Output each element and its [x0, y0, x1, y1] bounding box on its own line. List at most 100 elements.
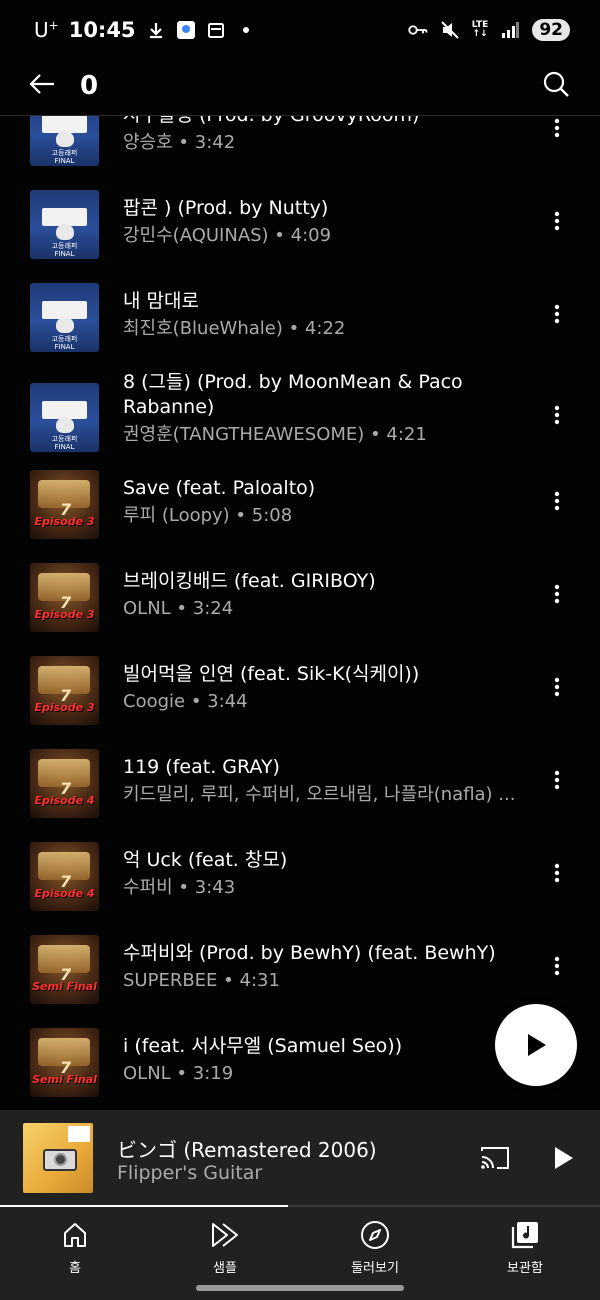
- play-all-button[interactable]: [495, 1004, 577, 1086]
- track-subtitle: 강민수(AQUINAS) • 4:09: [123, 225, 332, 246]
- track-thumbnail: 7 Episode 3: [30, 656, 99, 725]
- thumbnail-label: Episode 3: [34, 701, 95, 714]
- status-time: 10:45: [68, 18, 136, 42]
- track-title: 팝콘 ) (Prod. by Nutty): [123, 197, 329, 219]
- track-title: 빌어먹을 인연 (feat. Sik-K(식케이)): [123, 663, 420, 685]
- more-vert-icon: [554, 405, 560, 425]
- track-thumbnail: 7 Episode 4: [30, 842, 99, 911]
- more-vert-icon: [554, 677, 560, 697]
- nav-label: 홈: [69, 1261, 81, 1276]
- track-row[interactable]: 7 Episode 3 Save (feat. Paloalto) 루피 (Loopy…: [0, 470, 600, 560]
- track-row[interactable]: 고등래퍼 FINAL 내 맘대로최진호(BlueWhale) • 4:22: [0, 283, 600, 373]
- track-subtitle: OLNL • 3:19: [123, 1063, 234, 1084]
- track-row[interactable]: 고등래퍼 FINAL 8 (그들) (Prod. by MoonMean & Pa…: [0, 370, 600, 460]
- track-row[interactable]: 7 Episode 4 119 (feat. GRAY) 키드밀리, 루피, 수퍼비,…: [0, 749, 600, 839]
- more-options-button[interactable]: [545, 765, 569, 795]
- track-subtitle: 권영훈(TANGTHEAWESOME) • 4:21: [123, 424, 427, 445]
- cast-button[interactable]: [478, 1143, 512, 1173]
- play-icon: [555, 1147, 573, 1169]
- explore-icon: [359, 1219, 391, 1251]
- more-vert-icon: [554, 770, 560, 790]
- track-subtitle: 양승호 • 3:42: [123, 132, 236, 153]
- track-subtitle: 수퍼비 • 3:43: [123, 877, 236, 898]
- track-title: 내 맘대로: [123, 290, 199, 312]
- track-subtitle: SUPERBEE • 4:31: [123, 970, 280, 991]
- more-vert-icon: [554, 118, 560, 138]
- thumbnail-label: Episode 3: [34, 515, 95, 528]
- thumbnail-label: Semi Final: [32, 980, 97, 993]
- track-subtitle: 최진호(BlueWhale) • 4:22: [123, 318, 346, 339]
- more-vert-icon: [554, 491, 560, 511]
- mini-player-title: ビンゴ (Remastered 2006): [117, 1138, 377, 1162]
- track-row[interactable]: 고등래퍼 FINAL 팝콘 ) (Prod. by Nutty) 강민수(AQUIN…: [0, 190, 600, 280]
- track-subtitle: Coogie • 3:44: [123, 691, 248, 712]
- track-row[interactable]: 7 Episode 3 빌어먹을 인연 (feat. Sik-K(식케이)) Coog…: [0, 656, 600, 746]
- thumbnail-label: 고등래퍼 FINAL: [51, 435, 78, 451]
- battery-indicator: 92: [532, 19, 570, 41]
- cast-icon: [481, 1147, 509, 1169]
- mini-player-album-art: [23, 1123, 93, 1193]
- more-vert-icon: [554, 584, 560, 604]
- search-button[interactable]: [538, 66, 574, 102]
- library-icon: [509, 1219, 541, 1251]
- mini-player-artist: Flipper's Guitar: [117, 1162, 263, 1184]
- more-options-button[interactable]: [545, 113, 569, 143]
- nav-item-home[interactable]: 홈: [0, 1207, 150, 1300]
- track-row[interactable]: 7 Episode 3 브레이킹배드 (feat. GIRIBOY) OLNL • 3…: [0, 563, 600, 653]
- track-row[interactable]: 7 Episode 4 억 Uck (feat. 창모) 수퍼비 • 3:43: [0, 842, 600, 932]
- more-options-button[interactable]: [545, 672, 569, 702]
- more-options-button[interactable]: [545, 206, 569, 236]
- more-options-button[interactable]: [545, 299, 569, 329]
- home-icon: [59, 1219, 91, 1251]
- signal-icon: [500, 20, 520, 40]
- calendar-icon: [206, 20, 226, 40]
- track-subtitle: 키드밀리, 루피, 수퍼비, 오르내림, 나플라(nafla) ...: [123, 784, 516, 805]
- track-row[interactable]: 7 Semi Final 수퍼비와 (Prod. by BewhY) (feat. …: [0, 935, 600, 1025]
- thumbnail-label: 고등래퍼 FINAL: [51, 242, 78, 258]
- samples-icon: [209, 1219, 241, 1251]
- track-thumbnail: 고등래퍼 FINAL: [30, 383, 99, 452]
- track-title: 8 (그들) (Prod. by MoonMean & Paco Rabanne…: [123, 371, 463, 418]
- carrier-label: U+: [34, 18, 59, 42]
- track-thumbnail: 7 Episode 3: [30, 563, 99, 632]
- track-thumbnail: 7 Semi Final: [30, 1028, 99, 1097]
- thumbnail-label: 고등래퍼 FINAL: [51, 335, 78, 351]
- track-thumbnail: 고등래퍼 FINAL: [30, 283, 99, 352]
- page-title: 0: [80, 71, 99, 101]
- more-options-button[interactable]: [545, 579, 569, 609]
- more-notifications-icon: [236, 20, 256, 40]
- track-subtitle: OLNL • 3:24: [123, 598, 234, 619]
- arrow-back-icon: [29, 74, 54, 94]
- app-bar: 0: [0, 60, 600, 116]
- download-icon: [146, 20, 166, 40]
- more-vert-icon: [554, 863, 560, 883]
- vpn-key-icon: [408, 20, 428, 40]
- lte-indicator: LTE ↑↓: [471, 20, 489, 39]
- more-options-button[interactable]: [545, 951, 569, 981]
- more-options-button[interactable]: [545, 486, 569, 516]
- track-list[interactable]: 고등래퍼 FINAL시꾸블링 (Prod. by GroovyRoom)양승호 …: [0, 60, 600, 1110]
- back-button[interactable]: [24, 66, 60, 102]
- more-options-button[interactable]: [545, 858, 569, 888]
- track-subtitle: 루피 (Loopy) • 5:08: [123, 505, 293, 526]
- more-vert-icon: [554, 211, 560, 231]
- track-title: 119 (feat. GRAY): [123, 756, 280, 778]
- track-thumbnail: 7 Episode 3: [30, 470, 99, 539]
- nav-label: 둘러보기: [351, 1261, 399, 1276]
- thumbnail-label: Episode 4: [34, 887, 95, 900]
- track-thumbnail: 7 Semi Final: [30, 935, 99, 1004]
- home-indicator[interactable]: [196, 1285, 404, 1291]
- more-options-button[interactable]: [545, 400, 569, 430]
- mini-player[interactable]: ビンゴ (Remastered 2006) Flipper's Guitar: [0, 1110, 600, 1206]
- more-vert-icon: [554, 956, 560, 976]
- thumbnail-label: 고등래퍼 FINAL: [51, 149, 78, 165]
- more-vert-icon: [554, 304, 560, 324]
- play-icon: [528, 1034, 546, 1056]
- search-icon: [543, 71, 569, 97]
- thumbnail-label: Episode 3: [34, 608, 95, 621]
- track-thumbnail: 고등래퍼 FINAL: [30, 190, 99, 259]
- mini-player-play-button[interactable]: [548, 1142, 580, 1174]
- nav-label: 보관함: [507, 1261, 543, 1276]
- nav-item-library[interactable]: 보관함: [450, 1207, 600, 1300]
- mute-icon: [440, 20, 460, 40]
